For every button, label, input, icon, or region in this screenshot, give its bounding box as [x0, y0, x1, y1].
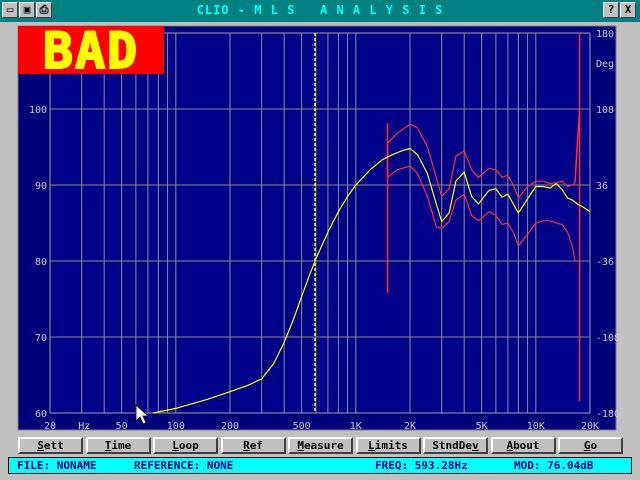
- ref-button[interactable]: Ref: [220, 437, 286, 454]
- x-tick-label: 1K: [350, 421, 362, 432]
- y2-tick-label: 180: [596, 29, 614, 40]
- ref-button-hotkey: R: [243, 439, 250, 452]
- measure-button[interactable]: Measure: [288, 437, 353, 454]
- measure-button-label: easure: [303, 439, 344, 452]
- go-button-label: o: [590, 439, 598, 452]
- y-tick-label: 90: [35, 181, 47, 192]
- time-button[interactable]: Time: [85, 437, 151, 454]
- file-status: FILE: NONAME: [17, 459, 97, 472]
- go-button-hotkey: G: [583, 439, 591, 452]
- x-tick-label: 5K: [476, 421, 488, 432]
- stnddev-button-hotkey: StndDe: [432, 439, 473, 452]
- y2-tick-label: -108: [596, 333, 620, 344]
- x-tick-label: 100: [167, 421, 185, 432]
- limits-button[interactable]: Limits: [355, 437, 421, 454]
- bad-badge-text: BAD: [43, 26, 139, 74]
- x-tick-label: 50: [116, 421, 128, 432]
- x-tick-label: 10K: [527, 421, 545, 432]
- loop-button[interactable]: Loop: [153, 437, 218, 454]
- limits-button-hotkey: L: [368, 439, 375, 452]
- x-tick-label: Hz: [78, 421, 90, 432]
- x-tick-label: 500: [293, 421, 311, 432]
- y2-tick-label: -36: [596, 257, 614, 268]
- y-tick-label: 70: [35, 333, 47, 344]
- function-button-bar: Sett Time Loop Ref Measure Limits StndDev About…: [0, 436, 640, 456]
- about-button[interactable]: About: [490, 437, 556, 454]
- x-tick-label: 20K: [581, 421, 599, 432]
- y2-unit-label: Deg: [596, 59, 614, 70]
- y2-tick-label: 108: [596, 105, 614, 116]
- stnddev-button-label: v: [472, 439, 479, 452]
- frequency-response-chart[interactable]: 20 Hz 50 100 200 500 1K 2K 5K 10K 20K 60 70 80 90 100 -1…: [0, 22, 640, 434]
- title-bar: ▭ ▣ ⎙ CLIO - M L S A N A L Y S I S ? X: [0, 0, 640, 22]
- time-button-label: ime: [111, 439, 132, 452]
- go-button[interactable]: Go: [558, 437, 623, 454]
- about-button-label: bout: [513, 439, 540, 452]
- x-tick-label: 200: [221, 421, 239, 432]
- reference-status: REFERENCE: NONE: [134, 459, 234, 472]
- plot-area: [49, 32, 591, 414]
- sett-button-label: ett: [43, 439, 64, 452]
- mod-readout: MOD: 76.04dB: [514, 459, 594, 472]
- bad-badge: BAD: [18, 21, 164, 81]
- loop-button-label: oop: [178, 439, 199, 452]
- close-button[interactable]: X: [620, 2, 636, 18]
- window-title: CLIO - M L S A N A L Y S I S: [196, 3, 444, 17]
- x-tick-label: 2K: [404, 421, 416, 432]
- y2-tick-label: -180: [596, 409, 620, 420]
- measure-button-hotkey: M: [297, 439, 304, 452]
- sett-button[interactable]: Sett: [18, 437, 83, 454]
- x-tick-label: 20: [44, 421, 56, 432]
- y-tick-label: 80: [35, 257, 47, 268]
- y2-tick-label: 36: [596, 181, 608, 192]
- y-tick-label: 60: [35, 409, 47, 420]
- sett-button-hotkey: S: [37, 439, 44, 452]
- help-button[interactable]: ?: [603, 2, 619, 18]
- loop-button-hotkey: L: [172, 439, 179, 452]
- stnddev-button[interactable]: StndDev: [423, 437, 488, 454]
- status-bar: FILE: NONAME REFERENCE: NONE FREQ: 593.2…: [8, 457, 632, 474]
- freq-readout: FREQ: 593.28Hz: [375, 459, 468, 472]
- y-tick-label: 100: [29, 105, 47, 116]
- ref-button-label: ef: [249, 439, 263, 452]
- limits-button-label: imits: [374, 439, 408, 452]
